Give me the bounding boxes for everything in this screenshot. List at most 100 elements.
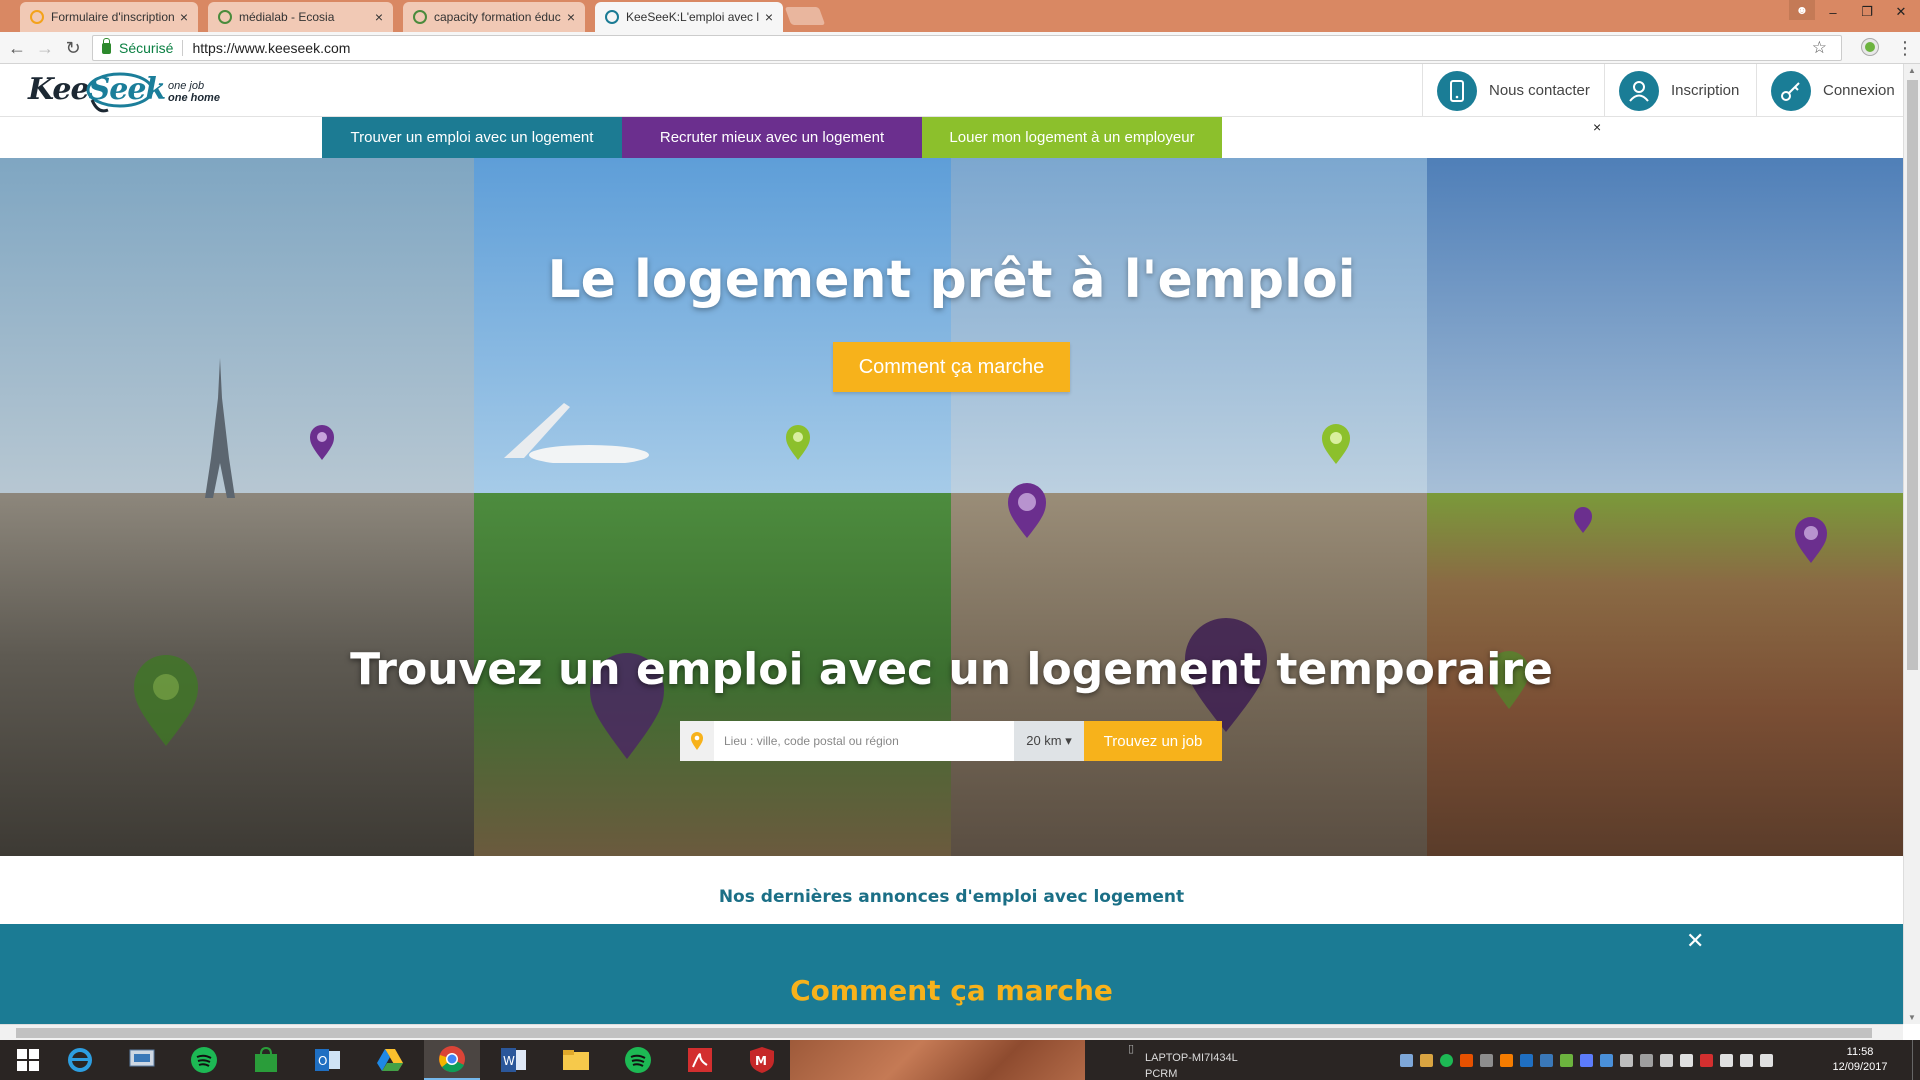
- contact-button[interactable]: Nous contacter: [1422, 64, 1592, 117]
- logo-swoosh-icon: [86, 72, 154, 113]
- tray-app-icon[interactable]: [1660, 1053, 1673, 1067]
- display-icon[interactable]: [1680, 1053, 1693, 1067]
- login-button[interactable]: Connexion: [1756, 64, 1903, 117]
- scroll-down-icon[interactable]: ▼: [1908, 1013, 1916, 1022]
- google-drive-icon[interactable]: [362, 1040, 418, 1080]
- vertical-scrollbar[interactable]: ▲ ▼: [1903, 64, 1920, 1024]
- word-icon[interactable]: W: [486, 1040, 542, 1080]
- spotify-icon[interactable]: [176, 1040, 232, 1080]
- close-tab-icon[interactable]: ×: [765, 9, 773, 25]
- show-desktop-button[interactable]: [1912, 1040, 1920, 1080]
- mcafee-icon[interactable]: M: [734, 1040, 790, 1080]
- tab-find-job[interactable]: Trouver un emploi avec un logement: [322, 117, 622, 158]
- lock-icon: [102, 37, 111, 54]
- minimize-button[interactable]: –: [1816, 0, 1850, 24]
- network-icon[interactable]: [1400, 1053, 1413, 1067]
- scroll-thumb[interactable]: [16, 1028, 1872, 1038]
- extension-icon[interactable]: [1862, 39, 1878, 55]
- contact-label: Nous contacter: [1489, 82, 1590, 99]
- remote-desktop-icon[interactable]: [114, 1040, 170, 1080]
- svg-text:W: W: [503, 1054, 515, 1068]
- job-search-form: 20 km ▾ Trouvez un job: [680, 721, 1222, 761]
- favicon-icon: [605, 10, 619, 24]
- tab-rent[interactable]: Louer mon logement à un employeur: [922, 117, 1222, 158]
- bluetooth-icon[interactable]: [1580, 1053, 1593, 1067]
- scroll-up-icon[interactable]: ▲: [1908, 66, 1916, 75]
- login-label: Connexion: [1823, 82, 1895, 99]
- wifi-icon[interactable]: [1720, 1053, 1733, 1067]
- tray-app-icon[interactable]: [1620, 1053, 1633, 1067]
- spotify-icon[interactable]: [610, 1040, 666, 1080]
- how-it-works-title: Comment ça marche: [790, 974, 1113, 1007]
- how-it-works-section: ✕ Comment ça marche: [0, 924, 1903, 1024]
- eiffel-tower-icon: [205, 358, 235, 498]
- new-tab-button[interactable]: [784, 7, 826, 25]
- windows-start-icon[interactable]: [0, 1040, 56, 1080]
- clock-time: 11:58: [1846, 1046, 1874, 1058]
- svg-text:M: M: [755, 1054, 767, 1068]
- battery-icon[interactable]: [1760, 1053, 1773, 1067]
- scroll-thumb[interactable]: [1907, 80, 1918, 670]
- dropbox-icon[interactable]: [1600, 1053, 1613, 1067]
- tab-recruit[interactable]: Recruter mieux avec un logement: [622, 117, 922, 158]
- svg-text:O: O: [318, 1054, 327, 1068]
- chrome-icon[interactable]: [424, 1040, 480, 1080]
- menu-dots-icon[interactable]: ⋮: [1896, 38, 1914, 59]
- file-explorer-icon[interactable]: [548, 1040, 604, 1080]
- bookmark-star-icon[interactable]: ☆: [1812, 38, 1827, 58]
- back-arrow-icon[interactable]: ←: [6, 37, 28, 59]
- map-pin-icon: [1322, 424, 1350, 464]
- tab-title: capacity formation éduc: [434, 10, 561, 24]
- tray-app-icon[interactable]: [1480, 1053, 1493, 1067]
- close-tab-icon[interactable]: ×: [567, 9, 575, 25]
- office-icon[interactable]: [1460, 1053, 1473, 1067]
- store-icon[interactable]: [238, 1040, 294, 1080]
- secure-label: Sécurisé: [119, 40, 174, 56]
- hero-subtitle: Trouvez un emploi avec un logement tempo…: [350, 644, 1553, 695]
- outlook-tray-icon[interactable]: [1520, 1053, 1533, 1067]
- profile-icon[interactable]: ☻: [1789, 0, 1815, 20]
- address-bar[interactable]: Sécurisé https://www.keeseek.com ☆: [92, 35, 1842, 61]
- close-tab-icon[interactable]: ×: [375, 9, 383, 25]
- maximize-button[interactable]: ❐: [1850, 0, 1884, 24]
- phone-icon: [1437, 70, 1477, 111]
- internet-explorer-icon[interactable]: [52, 1040, 108, 1080]
- browser-tab-active[interactable]: KeeSeeK:L'emploi avec lo ×: [595, 2, 783, 32]
- keeseek-logo[interactable]: KeeSeek one job one home: [28, 68, 228, 114]
- clock[interactable]: 11:58 12/09/2017: [1820, 1045, 1900, 1075]
- user-icon: [1619, 70, 1659, 111]
- spotify-tray-icon[interactable]: [1440, 1053, 1453, 1067]
- acrobat-icon[interactable]: [672, 1040, 728, 1080]
- security-icon[interactable]: [1700, 1053, 1713, 1067]
- reload-icon[interactable]: ↻: [62, 37, 84, 59]
- tray-app-icon[interactable]: [1500, 1053, 1513, 1067]
- clock-date: 12/09/2017: [1832, 1061, 1888, 1073]
- map-pin-icon: [310, 425, 334, 460]
- volume-icon[interactable]: [1740, 1053, 1753, 1067]
- map-pin-icon: [786, 425, 810, 460]
- favicon-icon: [218, 10, 232, 24]
- outlook-icon[interactable]: O: [300, 1040, 356, 1080]
- how-it-works-button[interactable]: Comment ça marche: [833, 342, 1070, 392]
- browser-tab[interactable]: capacity formation éduc ×: [403, 2, 585, 32]
- tray-app-icon[interactable]: [1560, 1053, 1573, 1067]
- location-input[interactable]: [714, 721, 1014, 761]
- favicon-icon: [413, 10, 427, 24]
- tab-title: médialab - Ecosia: [239, 10, 335, 24]
- browser-tab[interactable]: Formulaire d'inscription - ×: [20, 2, 198, 32]
- tray-app-icon[interactable]: [1540, 1053, 1553, 1067]
- forward-arrow-icon[interactable]: →: [34, 37, 56, 59]
- signup-button[interactable]: Inscription: [1604, 64, 1754, 117]
- distance-select[interactable]: 20 km ▾: [1014, 721, 1084, 761]
- find-job-button[interactable]: Trouvez un job: [1084, 721, 1222, 761]
- close-icon[interactable]: ✕: [1686, 928, 1704, 954]
- close-tab-icon[interactable]: ×: [180, 9, 188, 25]
- close-window-button[interactable]: ✕: [1884, 0, 1918, 24]
- tray-app-icon[interactable]: [1640, 1053, 1653, 1067]
- close-icon[interactable]: ×: [1593, 119, 1601, 135]
- mail-icon[interactable]: [1420, 1053, 1433, 1067]
- audience-tabs: Trouver un emploi avec un logement Recru…: [0, 117, 1903, 158]
- horizontal-scrollbar[interactable]: [0, 1024, 1903, 1040]
- browser-tab[interactable]: médialab - Ecosia ×: [208, 2, 393, 32]
- url-text[interactable]: https://www.keeseek.com: [192, 40, 350, 56]
